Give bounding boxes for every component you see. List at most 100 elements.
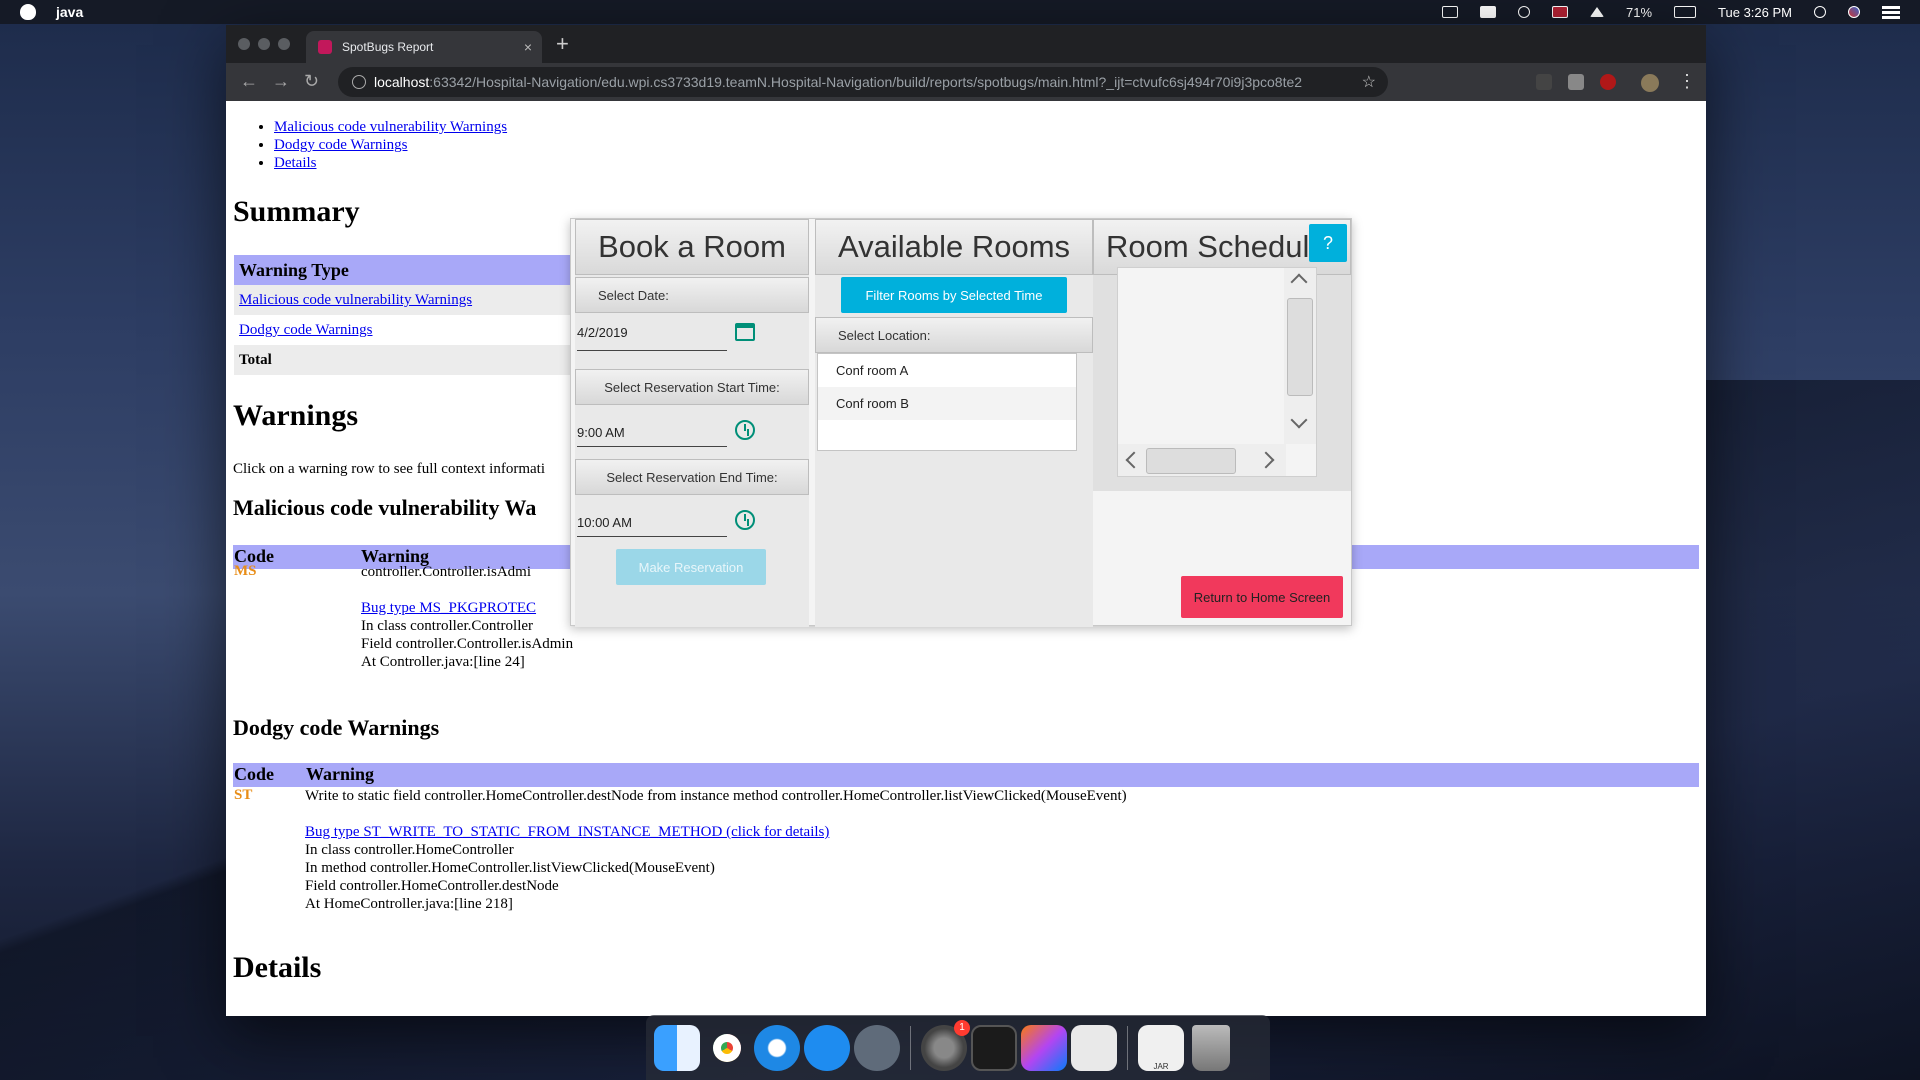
list-item[interactable]: Conf room B [818,387,1076,420]
dock-separator [1127,1025,1128,1070]
url-path: :63342/Hospital-Navigation/edu.wpi.cs373… [429,74,1303,90]
eject-icon[interactable] [1590,7,1605,17]
nav-link-dodgy[interactable]: Dodgy code Warnings [274,137,408,153]
notification-center-icon[interactable] [1882,10,1900,14]
dock-separator [910,1025,911,1070]
launchpad-icon[interactable] [854,1024,900,1071]
calendar-icon[interactable] [735,323,755,341]
extension-n-icon[interactable] [1568,74,1584,90]
bookmark-star-icon[interactable]: ☆ [1362,72,1376,92]
warning-summary[interactable]: Write to static field controller.HomeCon… [305,787,1127,805]
active-app-name[interactable]: java [56,4,83,20]
spotlight-icon[interactable] [1814,6,1826,18]
chevron-left-icon[interactable] [1125,451,1143,469]
flag-icon[interactable] [1552,6,1569,18]
details-heading: Details [233,951,322,984]
safari-icon[interactable] [754,1024,800,1071]
dodgy-heading: Dodgy code Warnings [233,715,440,740]
zoom-window-button[interactable] [278,38,290,50]
menu-bar: java 71% Tue 3:26 PM [0,0,1920,24]
app-store-icon[interactable] [804,1024,850,1071]
tab-bar: SpotBugs Report × + [226,25,1706,63]
nav-link-malicious[interactable]: Malicious code vulnerability Warnings [274,119,507,135]
siri-icon[interactable] [1848,6,1860,18]
system-preferences-icon[interactable]: 1 [921,1019,970,1071]
horizontal-scroll-thumb[interactable] [1146,448,1236,474]
finder-icon[interactable] [654,1024,700,1071]
bug-type-link[interactable]: Bug type ST_WRITE_TO_STATIC_FROM_INSTANC… [305,823,829,841]
vertical-scroll-thumb[interactable] [1287,298,1313,396]
chevron-right-icon[interactable] [1257,451,1275,469]
reload-icon[interactable]: ↻ [304,71,319,92]
address-bar[interactable]: localhost:63342/Hospital-Navigation/edu.… [338,67,1388,97]
ublock-icon[interactable] [1600,74,1616,90]
select-date-label: Select Date: [575,277,809,313]
warning-detail: Field controller.Controller.isAdmin [361,636,574,652]
return-home-button[interactable]: Return to Home Screen [1181,576,1343,618]
jar-file-icon[interactable]: JAR [1138,1024,1184,1071]
warning-detail: Field controller.HomeController.destNode [305,878,559,894]
room-list[interactable]: Conf room A Conf room B [817,353,1077,451]
spaces-icon[interactable] [1480,6,1497,18]
extension-icon[interactable] [1536,74,1552,90]
clock-icon[interactable] [735,510,755,530]
schedule-scroll-pane[interactable] [1117,267,1317,477]
notification-badge: 1 [954,1019,970,1036]
book-room-panel: Book a Room Select Date: 4/2/2019 Select… [575,219,809,627]
clock-icon[interactable] [735,420,755,440]
list-item[interactable]: Conf room A [818,354,1076,387]
filter-rooms-button[interactable]: Filter Rooms by Selected Time [841,277,1067,313]
trash-icon[interactable] [1192,1024,1230,1071]
warning-code[interactable]: MS [234,563,257,580]
vertical-scrollbar[interactable] [1284,268,1316,444]
url-host: localhost [374,74,430,90]
battery-percentage[interactable]: 71% [1626,5,1652,20]
start-time-label: Select Reservation Start Time: [575,369,809,405]
apple-icon[interactable] [20,4,36,20]
warning-detail: In class controller.HomeController [305,842,514,858]
chevron-down-icon[interactable] [1290,411,1308,429]
intellij-icon[interactable] [1021,1024,1067,1071]
status-area: 71% Tue 3:26 PM [1442,0,1900,24]
tab-spotbugs-report[interactable]: SpotBugs Report × [306,31,542,63]
start-time-field[interactable]: 9:00 AM [577,411,727,447]
room-booking-window: Book a Room Select Date: 4/2/2019 Select… [570,218,1352,627]
back-icon[interactable]: ← [240,71,258,92]
bug-type-link[interactable]: Bug type MS_PKGPROTEC [361,599,536,617]
battery-icon[interactable] [1674,6,1697,18]
nav-link-details[interactable]: Details [274,155,317,171]
forward-icon[interactable]: → [272,71,290,92]
close-window-button[interactable] [238,38,250,50]
warning-detail: At HomeController.java:[line 218] [305,896,513,912]
summary-link-dodgy[interactable]: Dodgy code Warnings [239,322,373,338]
warning-summary[interactable]: controller.Controller.isAdmi [361,563,531,581]
horizontal-scrollbar[interactable] [1118,444,1286,476]
activity-monitor-icon[interactable] [971,1024,1017,1071]
minimize-window-button[interactable] [258,38,270,50]
warning-code[interactable]: ST [234,787,252,804]
clock[interactable]: Tue 3:26 PM [1718,5,1792,20]
available-rooms-panel: Available Rooms Filter Rooms by Selected… [815,219,1093,627]
code-column-header: Code [234,764,274,784]
warning-column-header: Warning [306,764,375,784]
help-button[interactable]: ? [1309,224,1347,262]
wifi-icon[interactable] [1518,6,1531,18]
summary-link-malicious[interactable]: Malicious code vulnerability Warnings [239,292,472,308]
airplay-icon[interactable] [1442,6,1459,18]
close-tab-icon[interactable]: × [524,39,532,55]
list-item: Details [274,154,507,172]
select-location-label: Select Location: [815,317,1093,353]
new-tab-button[interactable]: + [556,31,569,57]
java-app-icon[interactable] [1071,1024,1117,1071]
chrome-menu-icon[interactable]: ⋮ [1678,71,1696,92]
info-icon[interactable] [352,75,366,89]
chrome-icon[interactable] [704,1025,750,1071]
report-nav-list: Malicious code vulnerability Warnings Do… [274,118,507,172]
profile-avatar[interactable] [1641,74,1659,92]
make-reservation-button[interactable]: Make Reservation [616,549,766,585]
end-time-field[interactable]: 10:00 AM [577,501,727,537]
date-picker-field[interactable]: 4/2/2019 [577,315,727,351]
chevron-up-icon[interactable] [1290,273,1308,291]
warnings-intro: Click on a warning row to see full conte… [233,461,546,477]
list-item: Malicious code vulnerability Warnings [274,118,507,136]
